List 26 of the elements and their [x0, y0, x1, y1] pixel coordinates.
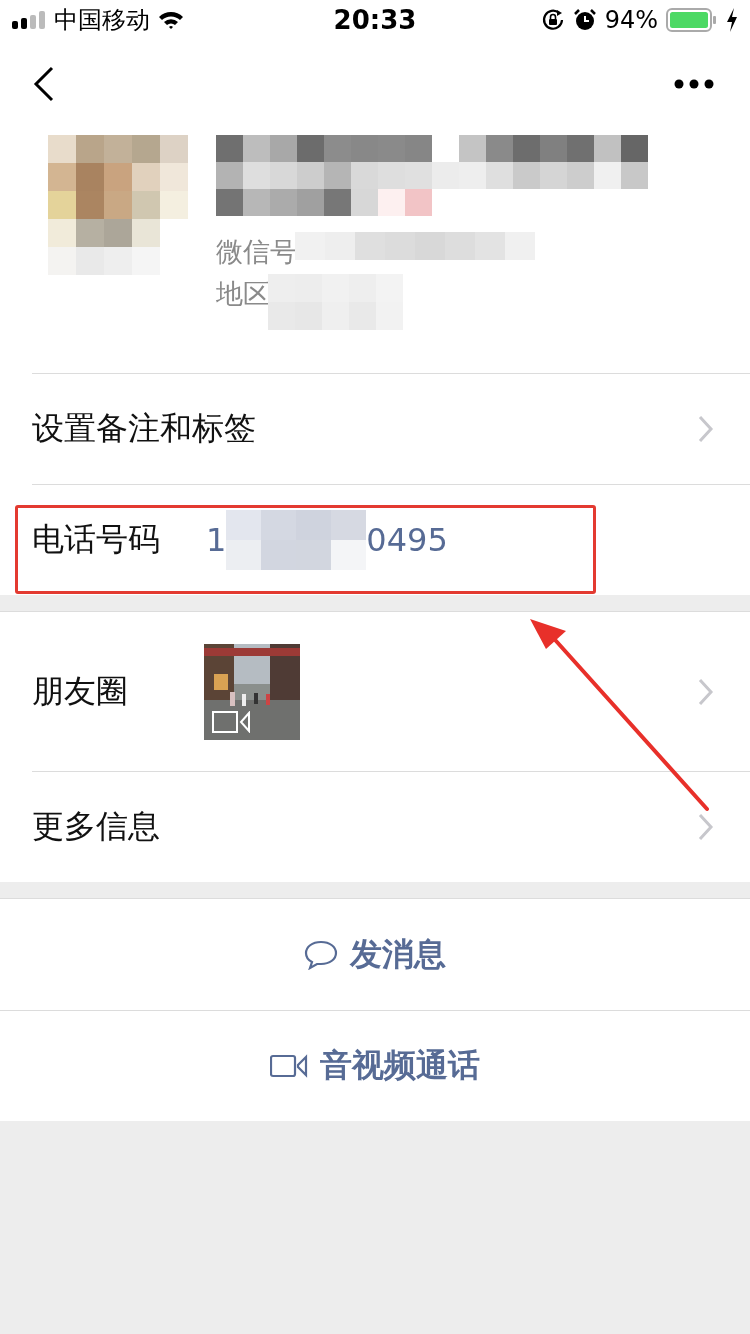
menu-row[interactable]: 朋友圈 — [32, 612, 750, 771]
back-icon[interactable] — [33, 66, 55, 102]
alarm-icon — [572, 8, 597, 32]
row-label: 电话号码 — [32, 519, 161, 560]
wechat-id-label: 微信号 — [216, 235, 297, 269]
chat-bubble-icon — [304, 939, 338, 970]
video-camera-icon — [270, 1054, 308, 1078]
row-label: 设置备注和标签 — [32, 408, 256, 449]
phone-number-start[interactable]: 1 — [206, 521, 227, 559]
menu-row[interactable]: 更多信息 — [32, 771, 750, 882]
wifi-icon — [158, 10, 184, 30]
menu-row[interactable]: 设置备注和标签 — [32, 373, 750, 484]
battery-icon — [666, 8, 718, 32]
region-label: 地区 — [216, 277, 270, 311]
more-icon[interactable] — [674, 79, 714, 89]
carrier-name: 中国移动 — [54, 5, 150, 36]
chevron-icon — [698, 677, 714, 706]
chevron-icon — [698, 415, 714, 443]
signal-icon — [12, 11, 46, 29]
rotation-lock-icon — [540, 8, 565, 32]
chevron-icon — [698, 813, 714, 841]
row-label: 朋友圈 — [32, 670, 128, 712]
phone-number-end[interactable]: 0495 — [366, 521, 448, 559]
row-label: 更多信息 — [32, 806, 160, 847]
battery-percent: 94% — [604, 6, 658, 34]
clock-time: 20:33 — [333, 5, 417, 35]
